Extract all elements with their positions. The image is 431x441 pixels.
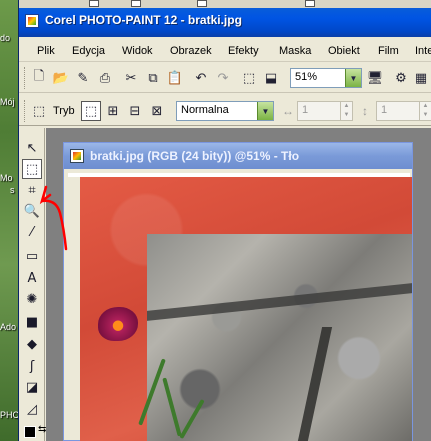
desktop-background: do Mój Mo s Ado PHC [0,0,19,441]
menu-maska[interactable]: Maska [279,45,311,57]
export-icon[interactable]: ⬓ [261,68,281,88]
menu-widok[interactable]: Widok [122,45,153,57]
copy-icon[interactable]: ⧉ [143,68,163,88]
paste-icon[interactable]: 📋 [165,68,185,88]
add-mode-icon[interactable]: ⊞ [103,101,123,121]
spinner-arrows-icon[interactable]: ▲ ▼ [340,102,352,120]
toolbox: ↖ ⬚ ⌗ 🔍 ⁄ ▭ A ✺ ■ ◆ ʃ ◪ ◿ [19,128,45,441]
standard-toolbar: 🗋 📂 ✎ ⎙ ✂ ⧉ 📋 ↶ ↷ ⬚ ⬓ 51% ▼ 🖥 ⚙ ▦ [19,63,431,93]
normal-mode-icon[interactable]: ⬚ [81,101,101,121]
shadow-icon[interactable]: ◪ [22,377,42,397]
menu-obrazek[interactable]: Obrazek [170,45,212,57]
swap-colors-icon[interactable]: ⇆ [38,424,46,435]
menu-plik[interactable]: Plik [37,45,55,57]
zoom-combo[interactable]: 51% ▼ [290,68,362,88]
undo-icon[interactable]: ↶ [191,68,211,88]
chevron-down-icon[interactable]: ▼ [257,102,273,120]
mask-icon[interactable]: ▦ [411,68,431,88]
redo-icon[interactable]: ↷ [213,68,233,88]
stone-region [147,234,412,441]
menu-film[interactable]: Film [378,45,399,57]
options-icon[interactable]: ⚙ [391,68,411,88]
spinner-arrows-icon[interactable]: ▲ ▼ [419,102,431,120]
partial-icon [197,0,207,7]
new-icon[interactable]: 🗋 [29,68,49,88]
text-icon[interactable]: A [22,268,42,288]
menu-efekty[interactable]: Efekty [228,45,259,57]
zoom-value: 51% [295,71,318,83]
print-icon[interactable]: ⎙ [95,68,115,88]
partial-icon [131,0,141,7]
desktop-icon-label[interactable]: PHC [0,410,19,420]
effect-icon[interactable]: ✺ [22,289,42,309]
annotation-stroke [39,185,68,251]
width-icon: ↔ [282,104,294,118]
foreground-color-swatch[interactable] [24,426,36,438]
xor-mode-icon[interactable]: ⊠ [147,101,167,121]
mask-help-icon[interactable]: ⬚ [29,101,49,121]
cut-icon[interactable]: ✂ [121,68,141,88]
rectangle-icon[interactable]: ■ [22,312,42,332]
window-titlebar[interactable]: Corel PHOTO-PAINT 12 - bratki.jpg [19,0,431,37]
open-icon[interactable]: 📂 [51,68,71,88]
property-bar: ⬚ Tryb ⬚ ⊞ ⊟ ⊠ Normalna ▼ ↔ 1 ▲ ▼ ↕ 1 ▲ ▼ [19,96,431,126]
document-titlebar[interactable]: bratki.jpg (RGB (24 bity)) @51% - Tło [64,143,412,169]
pansy-flower [98,307,138,341]
rectangle-mask-icon[interactable]: ⬚ [22,159,42,179]
desktop-icon-label[interactable]: do [0,33,10,43]
import-icon[interactable]: ⬚ [239,68,259,88]
width-value: 1 [302,104,309,116]
partial-icon [305,0,315,7]
app-icon[interactable] [25,14,39,28]
height-icon: ↕ [362,104,368,118]
menu-obiekt[interactable]: Obiekt [328,45,360,57]
subtract-mode-icon[interactable]: ⊟ [125,101,145,121]
desktop-icon-label[interactable]: s [10,185,15,195]
toolbar-grip[interactable] [24,67,27,89]
image-canvas[interactable] [80,177,412,441]
partial-icon [89,0,99,7]
fill-icon[interactable]: ◆ [22,334,42,354]
pick-icon[interactable]: ↖ [22,138,42,158]
width-spinner[interactable]: 1 ▲ ▼ [297,101,353,121]
desktop-icon-label[interactable]: Mo [0,173,13,183]
save-icon[interactable]: ✎ [73,68,93,88]
desktop-icon-label[interactable]: Mój [0,97,15,107]
height-spinner[interactable]: 1 ▲ ▼ [376,101,431,121]
mode-label: Tryb [53,105,75,117]
toolbar-grip[interactable] [24,100,27,122]
menu-bar: Plik Edycja Widok Obrazek Efekty Maska O… [19,40,431,62]
chevron-down-icon[interactable]: ▼ [345,69,361,87]
height-value: 1 [381,104,388,116]
menu-inne[interactable]: Inte [415,45,431,57]
document-title: bratki.jpg (RGB (24 bity)) @51% - Tło [90,149,300,163]
app-launcher-icon[interactable]: 🖥 [365,68,385,88]
annotation-arrow [39,185,68,251]
partial-window-strip [19,0,431,8]
brush-icon[interactable]: ʃ [22,356,42,376]
blend-mode-value: Normalna [181,104,229,116]
document-icon[interactable] [70,149,84,163]
desktop-icon-label[interactable]: Ado [0,322,16,332]
window-title: Corel PHOTO-PAINT 12 - bratki.jpg [45,13,242,27]
blend-mode-combo[interactable]: Normalna ▼ [176,101,274,121]
transparency-icon[interactable]: ◿ [22,399,42,419]
menu-edycja[interactable]: Edycja [72,45,105,57]
document-window: bratki.jpg (RGB (24 bity)) @51% - Tło [63,142,413,441]
